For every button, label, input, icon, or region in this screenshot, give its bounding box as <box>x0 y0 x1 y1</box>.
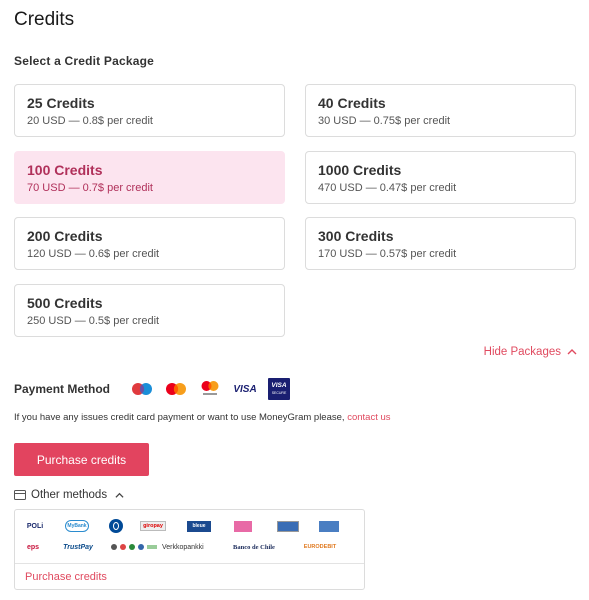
mybank-logo: MyBank <box>65 520 89 532</box>
cb-bleue-logo: bleue <box>187 520 211 532</box>
package-title: 25 Credits <box>27 95 95 111</box>
payment-notice: If you have any issues credit card payme… <box>14 412 391 423</box>
poli-logo: POLi <box>26 522 44 530</box>
visa-secure-top: VISA <box>271 382 287 389</box>
contact-us-link[interactable]: contact us <box>347 412 390 423</box>
payment-card-icons: VISA VISA SECURE <box>130 378 290 400</box>
payment-logos-row-1: POLi MyBank giropay bleue <box>23 519 339 533</box>
purchase-credits-button[interactable]: Purchase credits <box>14 443 149 476</box>
package-100-credits[interactable]: 100 Credits 70 USD — 0.7$ per credit <box>14 151 285 204</box>
package-price: 70 USD — 0.7$ per credit <box>27 182 153 194</box>
payment-notice-text: If you have any issues credit card payme… <box>14 412 345 423</box>
package-price: 20 USD — 0.8$ per credit <box>27 115 153 127</box>
chevron-up-icon <box>567 349 577 355</box>
other-methods-panel: POLi MyBank giropay bleue eps TrustPay V… <box>14 509 365 590</box>
package-price: 170 USD — 0.57$ per credit <box>318 248 457 260</box>
package-title: 300 Credits <box>318 228 394 244</box>
maestro-icon <box>130 380 154 398</box>
eps-logo: eps <box>26 543 40 551</box>
giropay-logo: giropay <box>140 521 166 531</box>
package-40-credits[interactable]: 40 Credits 30 USD — 0.75$ per credit <box>305 84 576 137</box>
package-1000-credits[interactable]: 1000 Credits 470 USD — 0.47$ per credit <box>305 151 576 204</box>
package-section-label: Select a Credit Package <box>14 54 155 68</box>
purchase-credits-link[interactable]: Purchase credits <box>25 571 107 583</box>
package-200-credits[interactable]: 200 Credits 120 USD — 0.6$ per credit <box>14 217 285 270</box>
payment-method-label: Payment Method <box>14 382 111 396</box>
eurodebit-logo: EURODEBIT <box>303 544 337 550</box>
banco-de-chile-logo: Banco de Chile <box>233 543 275 551</box>
other-methods-label: Other methods <box>31 489 108 501</box>
package-title: 40 Credits <box>318 95 386 111</box>
other-methods-toggle[interactable]: Other methods <box>14 489 124 501</box>
package-price: 30 USD — 0.75$ per credit <box>318 115 451 127</box>
przelewy-logo <box>319 520 339 532</box>
chevron-up-icon <box>115 492 124 498</box>
panel-divider <box>15 563 364 564</box>
package-price: 250 USD — 0.5$ per credit <box>27 315 160 327</box>
package-25-credits[interactable]: 25 Credits 20 USD — 0.8$ per credit <box>14 84 285 137</box>
card-icon <box>14 490 26 500</box>
package-price: 120 USD — 0.6$ per credit <box>27 248 160 260</box>
page-title: Credits <box>14 9 75 30</box>
visa-icon: VISA <box>232 380 258 398</box>
payment-logos-row-2: eps TrustPay Verkkopankki Banco de Chile… <box>23 541 345 553</box>
multibanco-logo <box>277 520 299 532</box>
package-title: 100 Credits <box>27 162 103 178</box>
pink-card-logo <box>234 520 252 532</box>
hide-packages-toggle[interactable]: Hide Packages <box>484 346 577 358</box>
package-500-credits[interactable]: 500 Credits 250 USD — 0.5$ per credit <box>14 284 285 337</box>
hide-packages-label: Hide Packages <box>483 346 561 358</box>
diners-logo <box>109 519 123 533</box>
package-title: 200 Credits <box>27 228 103 244</box>
verkkopankki-logo: Verkkopankki <box>111 541 215 553</box>
visa-secure-bottom: SECURE <box>271 390 287 395</box>
package-title: 1000 Credits <box>318 162 402 178</box>
visa-secure-icon: VISA SECURE <box>268 378 290 400</box>
package-title: 500 Credits <box>27 295 103 311</box>
trustpay-logo: TrustPay <box>63 543 93 551</box>
package-price: 470 USD — 0.47$ per credit <box>318 182 457 194</box>
visa-text: VISA <box>233 383 257 395</box>
mastercard-icon <box>164 380 188 398</box>
mastercard-securecode-icon <box>198 380 222 398</box>
package-300-credits[interactable]: 300 Credits 170 USD — 0.57$ per credit <box>305 217 576 270</box>
